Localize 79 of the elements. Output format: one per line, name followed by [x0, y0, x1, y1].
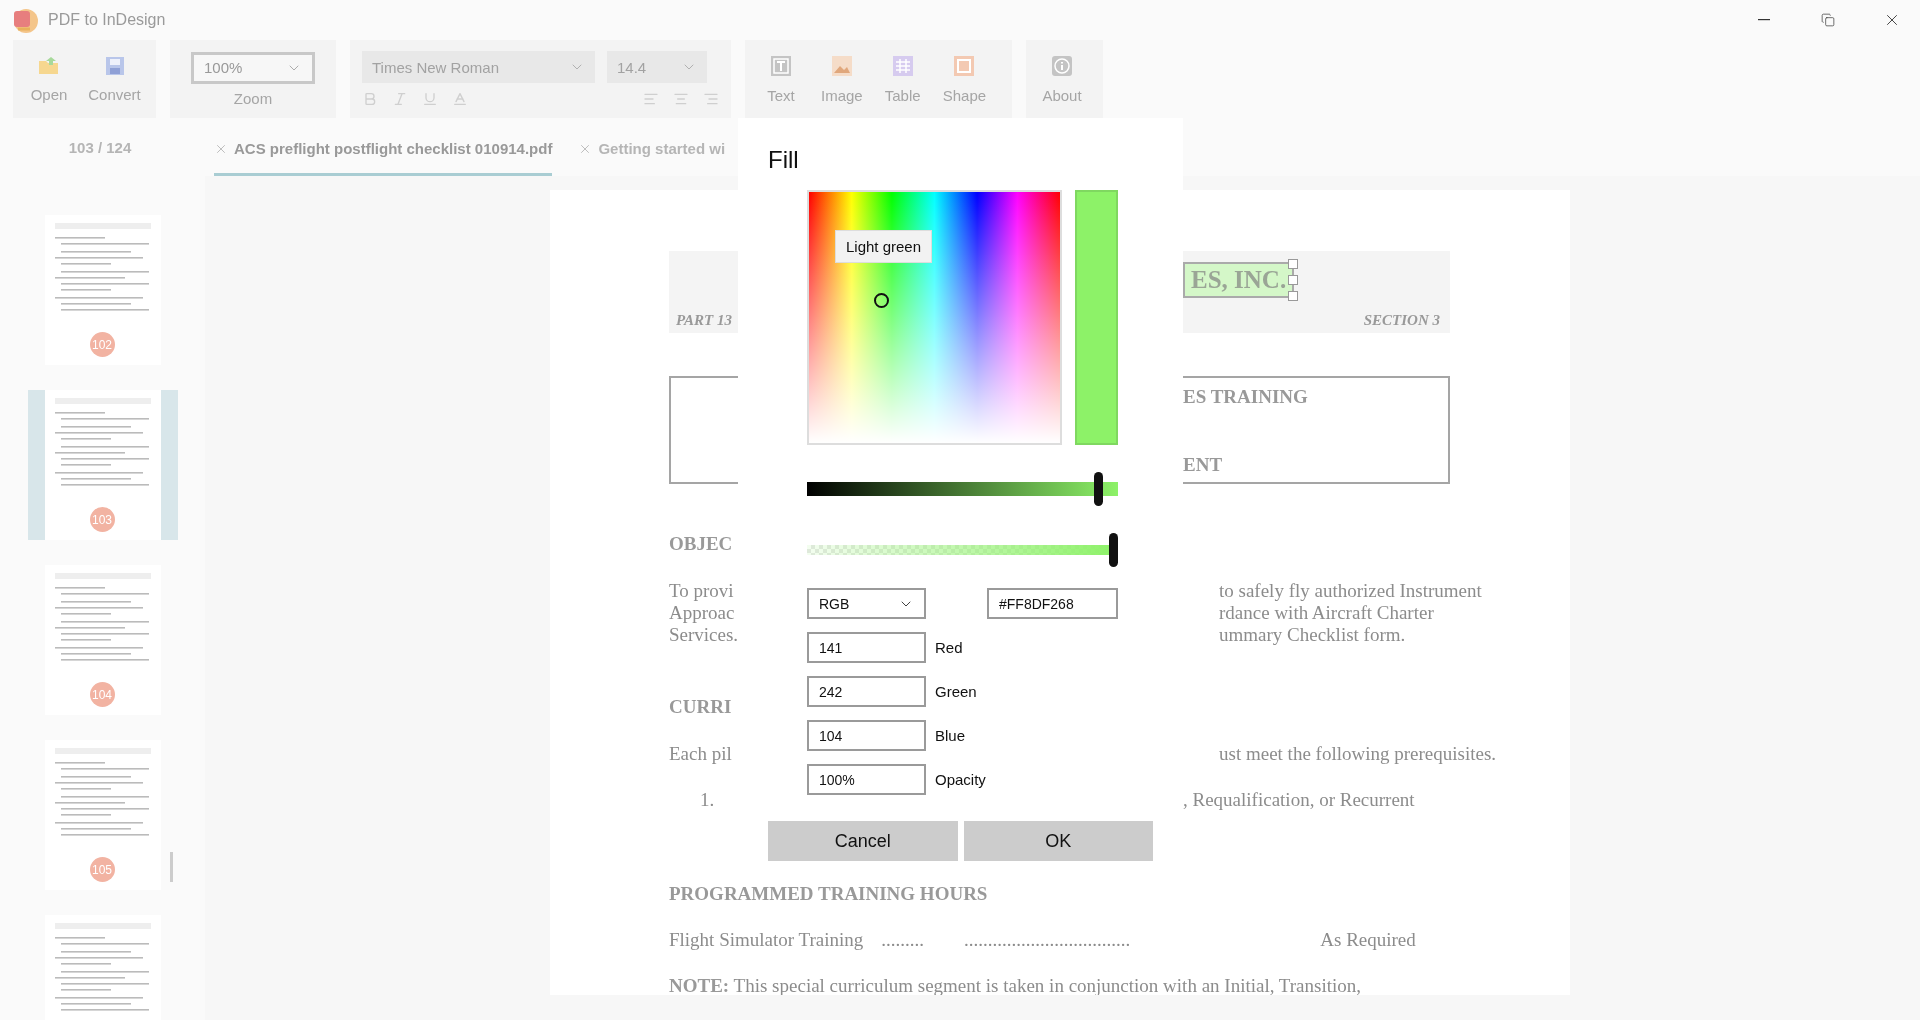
body-text: , Requalification, or Recurrent — [1183, 789, 1415, 811]
info-icon — [1051, 54, 1073, 77]
page-number-badge: 102 — [89, 332, 115, 357]
body-text: rdance with Aircraft Charter — [1219, 602, 1434, 624]
color-tooltip: Light green — [835, 230, 933, 263]
page-number-badge: 103 — [89, 507, 115, 532]
body-text: ummary Checklist form. — [1219, 624, 1406, 646]
dialog-button[interactable]: OK — [963, 821, 1153, 861]
header-text: SECTION 3 — [1363, 312, 1440, 329]
field-label: Opacity — [935, 771, 986, 788]
body-text: Services. — [669, 624, 739, 646]
body-text: Approac — [669, 602, 735, 624]
body-text: to safely fly authorized Instrument — [1219, 580, 1482, 602]
opacity-slider[interactable] — [807, 533, 1118, 567]
value-input-field[interactable]: 141 — [807, 632, 926, 663]
ribbon-button[interactable]: Shape — [934, 40, 995, 118]
body-text: ................................... — [964, 929, 1131, 951]
text-frame[interactable]: ES, INC. — [1183, 262, 1295, 298]
resize-handle[interactable] — [1288, 291, 1299, 301]
body-text: As Required — [1320, 929, 1416, 951]
field-label: Red — [935, 639, 963, 656]
resize-handle[interactable] — [1288, 259, 1299, 269]
zoom-label: Zoom — [233, 89, 273, 107]
image-icon — [830, 54, 853, 77]
font-color-icon[interactable] — [452, 91, 468, 107]
resize-handle[interactable] — [1288, 275, 1299, 285]
scrollbar-thumb[interactable] — [170, 852, 173, 882]
document-tab[interactable]: Getting started wi — [578, 130, 726, 176]
title-text: ENT — [1183, 454, 1223, 476]
section-heading: OBJEC — [669, 533, 733, 555]
header-text: PART 13 — [676, 312, 732, 329]
minimize-icon — [1758, 19, 1770, 21]
dialog-button[interactable]: Cancel — [768, 821, 958, 861]
color-spectrum[interactable]: Light green — [807, 190, 1062, 445]
picker-marker-icon[interactable] — [874, 293, 889, 308]
page-number-badge: 105 — [89, 857, 115, 882]
brightness-slider[interactable] — [807, 472, 1118, 506]
underline-icon[interactable] — [422, 91, 438, 107]
title-text: ES TRAINING — [1183, 386, 1308, 408]
body-text: Each pil — [669, 743, 732, 765]
ribbon-button[interactable]: Image — [813, 40, 871, 118]
restore-icon — [1821, 13, 1835, 27]
align-left-icon[interactable] — [643, 91, 659, 107]
body-text: ......... — [881, 929, 924, 951]
save-icon — [104, 55, 125, 76]
ribbon-button[interactable]: About — [1034, 40, 1090, 118]
body-text: Flight Simulator Training — [669, 929, 864, 951]
ribbon-button[interactable]: Text — [753, 40, 809, 118]
italic-icon[interactable] — [392, 91, 408, 107]
slider-thumb[interactable] — [1094, 472, 1104, 506]
field-label: Green — [935, 683, 977, 700]
table-icon — [891, 54, 914, 77]
zoom-dropdown[interactable]: 100% — [191, 51, 315, 84]
slider-thumb[interactable] — [1109, 533, 1118, 567]
page-number-badge: 104 — [89, 682, 115, 707]
value-input-field[interactable]: 242 — [807, 676, 926, 707]
ribbon-button[interactable]: Open — [21, 40, 77, 118]
dialog-title: Fill — [768, 146, 799, 174]
field-label: Blue — [935, 727, 966, 744]
folder-icon — [38, 55, 60, 76]
square-icon — [953, 54, 976, 77]
align-center-icon[interactable] — [673, 91, 689, 107]
value-input-field[interactable]: 104 — [807, 720, 926, 751]
color-mode-dropdown[interactable]: RGB — [807, 588, 926, 619]
body-text: To provi — [669, 580, 734, 602]
window-title: PDF to InDesign — [48, 11, 167, 29]
ribbon-button[interactable]: Convert — [81, 40, 148, 118]
align-right-icon[interactable] — [703, 91, 719, 107]
list-number: 1. — [700, 789, 715, 811]
hex-input-field[interactable]: #FF8DF268 — [987, 588, 1118, 619]
ribbon-button[interactable]: Table — [874, 40, 931, 118]
bold-icon[interactable] — [362, 91, 378, 107]
section-heading: CURRI — [669, 696, 732, 718]
page-counter: 103 / 124 — [67, 138, 133, 156]
text-box-icon — [770, 54, 792, 77]
section-heading: PROGRAMMED TRAINING HOURS — [669, 883, 988, 905]
page-thumbnail[interactable]: 103 — [27, 390, 178, 540]
body-text: ust meet the following prerequisites. — [1219, 743, 1497, 765]
value-input-field[interactable]: 100% — [807, 764, 926, 795]
